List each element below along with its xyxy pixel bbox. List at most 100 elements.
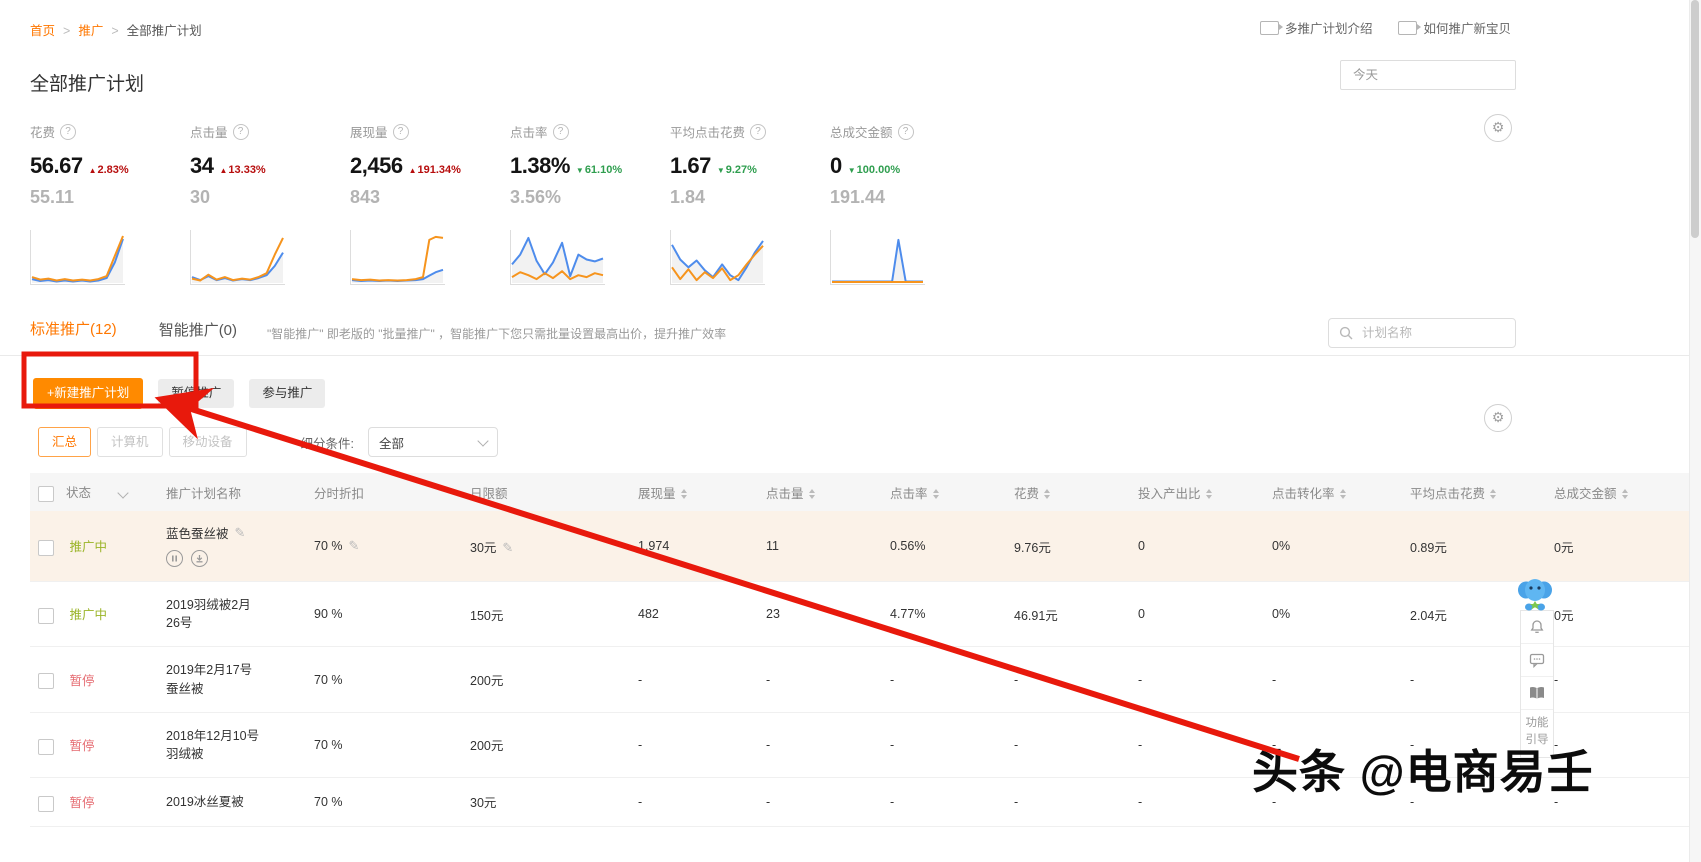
sparkline-chart — [830, 230, 990, 285]
edit-pencil-icon[interactable]: ✎ — [235, 525, 246, 540]
tab-standard-promotion[interactable]: 标准推广(12) — [30, 310, 117, 356]
column-label: 点击转化率 — [1272, 486, 1335, 501]
question-mark-icon[interactable]: ? — [552, 123, 569, 140]
sort-icon[interactable] — [1339, 489, 1346, 500]
cell-value: 70 % — [314, 737, 343, 752]
column-header[interactable]: 点击转化率 — [1264, 473, 1402, 511]
breadcrumb-item[interactable]: 推广 — [78, 24, 103, 38]
metric-card: 总成交金额 ? 0 ▼100.00% 191.44 — [830, 122, 990, 208]
plan-search-box[interactable] — [1328, 318, 1516, 348]
join-promotion-button[interactable]: 参与推广 — [249, 379, 326, 408]
manual-button[interactable] — [1521, 677, 1553, 710]
help-video-link[interactable]: 如何推广新宝贝 — [1398, 18, 1511, 37]
question-mark-icon[interactable]: ? — [750, 123, 767, 140]
metric-value: 1.38% — [510, 153, 570, 178]
cell-value: 70 % — [314, 794, 343, 809]
sort-icon[interactable] — [932, 489, 939, 500]
sort-icon[interactable] — [680, 489, 687, 500]
cell-value: 30元 — [470, 796, 497, 811]
watermark-text: 头条 @电商易壬 — [1252, 746, 1594, 798]
column-header[interactable]: 点击率 — [882, 473, 1006, 511]
actions-row: +新建推广计划 暂停推广 参与推广 — [33, 378, 1701, 409]
select-all-checkbox[interactable] — [38, 485, 54, 502]
table-settings-gear-icon[interactable]: ⚙ — [1484, 404, 1512, 432]
chevron-down-icon[interactable] — [116, 487, 129, 499]
breadcrumb-item[interactable]: 首页 — [30, 24, 55, 38]
notifications-button[interactable] — [1521, 611, 1553, 644]
metric-label: 点击量 — [190, 126, 228, 140]
settings-gear-icon[interactable]: ⚙ — [1484, 114, 1512, 142]
segment-option[interactable]: 移动设备 — [168, 427, 247, 457]
segment-option[interactable]: 计算机 — [97, 427, 163, 457]
question-mark-icon[interactable]: ? — [60, 123, 77, 140]
column-header[interactable]: 花费 — [1006, 473, 1130, 511]
column-header: 状态 — [30, 473, 158, 511]
scrollbar[interactable] — [1689, 0, 1701, 862]
mascot-elephant[interactable] — [1516, 576, 1554, 615]
cell-value: - — [1138, 794, 1143, 809]
metric-previous-value: 55.11 — [30, 187, 75, 207]
scrollbar-thumb[interactable] — [1691, 0, 1699, 238]
cell-value: 0元 — [1554, 608, 1574, 623]
table-row: 推广中 蓝色蚕丝被 ✎ 70 % ✎ 30元 ✎ 1,974 11 0.56% 9.76元 0 0% 0… — [30, 511, 1701, 582]
pause-circle-icon[interactable] — [166, 550, 183, 568]
chat-bubble-icon — [1529, 653, 1545, 668]
help-link-label: 多推广计划介绍 — [1284, 22, 1373, 36]
row-checkbox[interactable] — [38, 608, 54, 625]
campaign-name[interactable]: 2018年12月10号羽绒被 — [166, 727, 262, 763]
status-badge: 暂停 — [69, 738, 95, 753]
segment-active[interactable]: 汇总 — [38, 427, 92, 457]
sort-icon[interactable] — [1044, 489, 1051, 500]
plan-search-input[interactable] — [1360, 325, 1494, 341]
offline-circle-icon[interactable] — [191, 550, 208, 568]
sort-icon[interactable] — [808, 489, 815, 500]
campaign-name[interactable]: 2019年2月17号蚕丝被 — [166, 661, 262, 697]
column-header[interactable]: 平均点击花费 — [1402, 473, 1546, 511]
sort-icon[interactable] — [1205, 489, 1212, 500]
edit-pencil-icon[interactable]: ✎ — [502, 540, 513, 555]
condition-dropdown[interactable]: 全部 — [368, 427, 499, 457]
row-checkbox[interactable] — [38, 795, 54, 812]
question-mark-icon[interactable]: ? — [392, 123, 409, 140]
campaign-name[interactable]: 2019冰丝夏被 — [166, 793, 244, 811]
column-label: 点击量 — [766, 486, 804, 501]
column-header[interactable]: 点击量 — [758, 473, 882, 511]
cell-value: 0% — [1272, 539, 1291, 554]
cell-value: 11 — [766, 539, 779, 554]
cell-value: 0 — [1138, 539, 1145, 554]
pause-promotion-button[interactable]: 暂停推广 — [158, 379, 235, 408]
cell-value: - — [1138, 672, 1143, 687]
row-checkbox[interactable] — [38, 673, 54, 690]
tab-hint-text: "智能推广" 即老版的 "批量推广" ，智能推广下您只需批量设置最高出价，提升推… — [267, 326, 727, 341]
cell-value: - — [766, 794, 771, 809]
campaign-name[interactable]: 2019羽绒被2月26号 — [166, 596, 262, 632]
new-campaign-button[interactable]: +新建推广计划 — [33, 378, 144, 409]
metric-change: ▲2.83% — [88, 164, 129, 176]
feedback-button[interactable] — [1521, 644, 1553, 677]
tab-smart-promotion[interactable]: 智能推广(0) — [159, 311, 237, 355]
sort-icon[interactable] — [1490, 489, 1497, 500]
metric-label: 平均点击花费 — [670, 126, 746, 140]
search-icon — [1339, 326, 1353, 340]
column-header[interactable]: 展现量 — [630, 473, 758, 511]
sparkline-chart — [30, 230, 190, 285]
question-mark-icon[interactable]: ? — [897, 123, 914, 140]
cell-value: 0 — [1138, 607, 1145, 622]
help-video-link[interactable]: 多推广计划介绍 — [1259, 18, 1373, 37]
edit-pencil-icon[interactable]: ✎ — [349, 538, 360, 553]
metric-card: 花费 ? 56.67 ▲2.83% 55.11 — [30, 122, 190, 208]
sparklines-row — [30, 230, 1701, 285]
book-icon — [1530, 686, 1544, 699]
question-mark-icon[interactable]: ? — [232, 123, 249, 140]
column-header[interactable]: 总成交金额 — [1546, 473, 1682, 511]
cell-value: 90 % — [314, 607, 343, 622]
row-checkbox[interactable] — [38, 539, 54, 556]
column-header[interactable]: 投入产出比 — [1130, 473, 1264, 511]
date-filter[interactable]: 今天 — [1340, 60, 1516, 90]
sort-icon[interactable] — [1621, 489, 1628, 500]
metric-card: 平均点击花费 ? 1.67 ▼9.27% 1.84 — [670, 122, 830, 208]
metric-label: 总成交金额 — [830, 126, 893, 140]
campaign-name[interactable]: 蓝色蚕丝被 — [166, 525, 229, 543]
row-checkbox[interactable] — [38, 738, 54, 755]
cell-value: 70 % — [314, 672, 343, 687]
